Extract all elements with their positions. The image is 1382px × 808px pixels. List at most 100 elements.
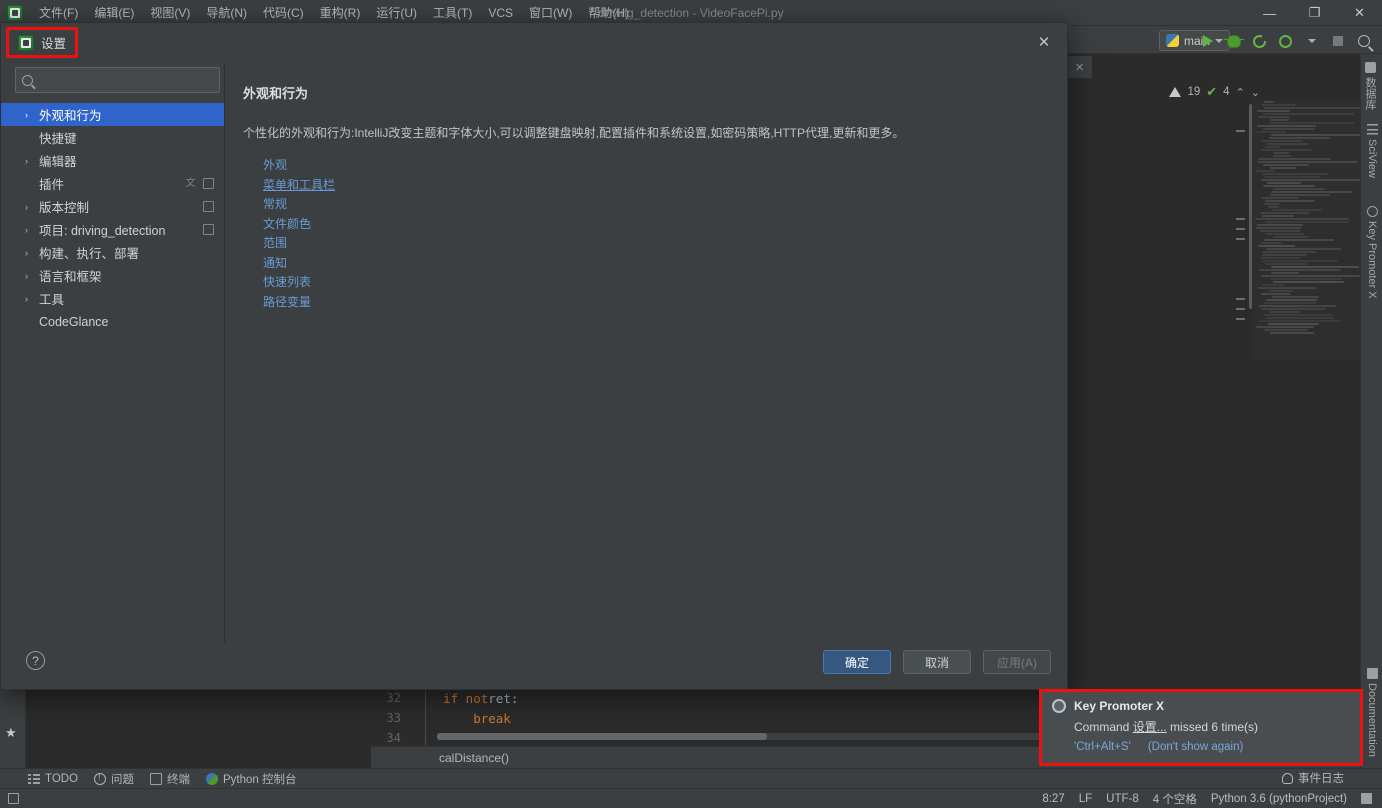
- minimize-button[interactable]: —: [1247, 0, 1292, 26]
- tool-window-terminal[interactable]: 终端: [150, 771, 190, 787]
- minimap-line: [1265, 146, 1280, 148]
- chevron-right-icon[interactable]: ›: [25, 271, 37, 281]
- dont-show-again-link[interactable]: (Don't show again): [1148, 741, 1244, 753]
- chevron-right-icon[interactable]: ›: [25, 225, 37, 235]
- file-encoding[interactable]: UTF-8: [1106, 793, 1139, 805]
- editor-scrollbar[interactable]: [1249, 104, 1252, 309]
- minimap-line: [1273, 155, 1291, 157]
- minimap-line: [1271, 266, 1359, 268]
- minimap-line: [1268, 206, 1279, 208]
- settings-link[interactable]: 菜单和工具栏: [263, 176, 335, 196]
- minimap-line: [1273, 281, 1344, 283]
- settings-tree-item[interactable]: › 项目: driving_detection: [13, 218, 224, 241]
- settings-tree-item[interactable]: › 版本控制: [13, 195, 224, 218]
- settings-tree-item-label: 版本控制: [39, 201, 90, 215]
- settings-tree-item[interactable]: ›快捷键: [13, 126, 224, 149]
- settings-link[interactable]: 文件颜色: [263, 215, 311, 235]
- settings-link[interactable]: 通知: [263, 254, 287, 274]
- settings-tree-item[interactable]: ›插件文: [13, 172, 224, 195]
- menu-item-run[interactable]: 运行(U): [368, 1, 425, 24]
- menu-item-refactor[interactable]: 重构(R): [312, 1, 369, 24]
- chevron-right-icon[interactable]: ›: [25, 110, 37, 120]
- minimap-line: [1264, 239, 1334, 241]
- search-input[interactable]: [39, 73, 213, 87]
- indent-setting[interactable]: 4 个空格: [1153, 791, 1197, 807]
- settings-tree-item[interactable]: › 构建、执行、部署: [13, 241, 224, 264]
- settings-tree-item[interactable]: ›CodeGlance: [13, 310, 224, 333]
- minimap-line: [1261, 179, 1360, 181]
- debug-icon[interactable]: [1223, 33, 1244, 50]
- tool-window-problems[interactable]: 问题: [94, 771, 134, 787]
- tool-window-python-console[interactable]: Python 控制台: [206, 771, 297, 787]
- minimap-line: [1261, 149, 1312, 151]
- coverage-icon[interactable]: [1251, 33, 1268, 50]
- sidebar-item-documentation[interactable]: Documentation: [1364, 664, 1380, 761]
- apply-button[interactable]: 应用(A): [983, 650, 1051, 674]
- tree-row-icons: 文: [185, 178, 224, 189]
- settings-tree-item[interactable]: › 工具: [13, 287, 224, 310]
- chevron-right-icon[interactable]: ›: [25, 156, 37, 166]
- settings-link[interactable]: 快速列表: [263, 273, 311, 293]
- search-everywhere-icon[interactable]: [1355, 33, 1372, 50]
- status-bar-toggle[interactable]: [0, 793, 26, 804]
- chevron-right-icon[interactable]: ›: [25, 294, 37, 304]
- shortcut-link[interactable]: 'Ctrl+Alt+S': [1074, 741, 1131, 753]
- settings-link[interactable]: 常规: [263, 195, 287, 215]
- stop-icon[interactable]: [1329, 33, 1346, 50]
- key-promoter-header: Key Promoter X: [1052, 699, 1350, 713]
- menu-item-edit[interactable]: 编辑(E): [86, 1, 142, 24]
- minimap-line: [1261, 275, 1360, 277]
- chevron-down-icon[interactable]: [1303, 33, 1320, 50]
- tool-window-todo[interactable]: TODO: [28, 772, 78, 785]
- code-token: ret:: [488, 690, 519, 706]
- python-console-icon: [206, 772, 219, 785]
- code-minimap[interactable]: [1252, 100, 1362, 360]
- tool-window-label: 问题: [111, 773, 135, 786]
- dialog-close-button[interactable]: ✕: [1035, 33, 1053, 51]
- minimap-line: [1262, 284, 1284, 286]
- help-button[interactable]: ?: [26, 651, 45, 670]
- star-icon[interactable]: ★: [5, 725, 20, 740]
- settings-link[interactable]: 路径变量: [263, 293, 311, 313]
- settings-search-box[interactable]: [15, 67, 220, 93]
- lock-icon[interactable]: [1361, 793, 1372, 804]
- minimap-line: [1262, 260, 1338, 262]
- check-count: 4: [1223, 86, 1230, 98]
- sidebar-item-database[interactable]: 数据库: [1360, 58, 1380, 114]
- settings-tree-item[interactable]: › 语言和框架: [13, 264, 224, 287]
- sidebar-item-key-promoter[interactable]: Key Promoter X: [1364, 202, 1380, 303]
- inspection-widget[interactable]: 19 ✔ 4 ⌃ ⌄: [1169, 84, 1260, 100]
- menu-item-code[interactable]: 代码(C): [255, 1, 312, 24]
- previous-problem-icon[interactable]: ⌃: [1236, 86, 1245, 99]
- ok-button[interactable]: 确定: [823, 650, 891, 674]
- editor-tab-close[interactable]: ✕: [1068, 56, 1092, 78]
- settings-tree-item[interactable]: › 外观和行为: [1, 103, 224, 126]
- menu-item-help[interactable]: 帮助(H): [580, 1, 637, 24]
- minimap-line: [1258, 287, 1317, 289]
- line-separator[interactable]: LF: [1079, 793, 1092, 805]
- menu-item-window[interactable]: 窗口(W): [521, 1, 580, 24]
- next-problem-icon[interactable]: ⌄: [1251, 86, 1260, 99]
- caret-position[interactable]: 8:27: [1042, 793, 1064, 805]
- cancel-button[interactable]: 取消: [903, 650, 971, 674]
- settings-link-row: 外观: [263, 156, 1049, 176]
- settings-link[interactable]: 外观: [263, 156, 287, 176]
- maximize-button[interactable]: ❐: [1292, 0, 1337, 26]
- menu-item-vcs[interactable]: VCS: [480, 3, 521, 23]
- sidebar-item-sciview[interactable]: SciView: [1364, 120, 1380, 182]
- settings-tree-item[interactable]: › 编辑器: [13, 149, 224, 172]
- event-log-button[interactable]: 事件日志: [1282, 768, 1344, 788]
- run-icon[interactable]: [1199, 33, 1216, 50]
- menu-item-tools[interactable]: 工具(T): [425, 1, 480, 24]
- chevron-right-icon[interactable]: ›: [25, 202, 37, 212]
- minimap-line: [1268, 323, 1319, 325]
- sidebar-item-label: 数据库: [1364, 77, 1376, 110]
- chevron-right-icon[interactable]: ›: [25, 248, 37, 258]
- python-interpreter[interactable]: Python 3.6 (pythonProject): [1211, 793, 1347, 805]
- profile-icon[interactable]: [1277, 33, 1294, 50]
- menu-item-view[interactable]: 视图(V): [142, 1, 198, 24]
- window-close-button[interactable]: ✕: [1337, 0, 1382, 26]
- menu-item-navigate[interactable]: 导航(N): [198, 1, 255, 24]
- settings-link[interactable]: 范围: [263, 234, 287, 254]
- menu-item-file[interactable]: 文件(F): [31, 1, 86, 24]
